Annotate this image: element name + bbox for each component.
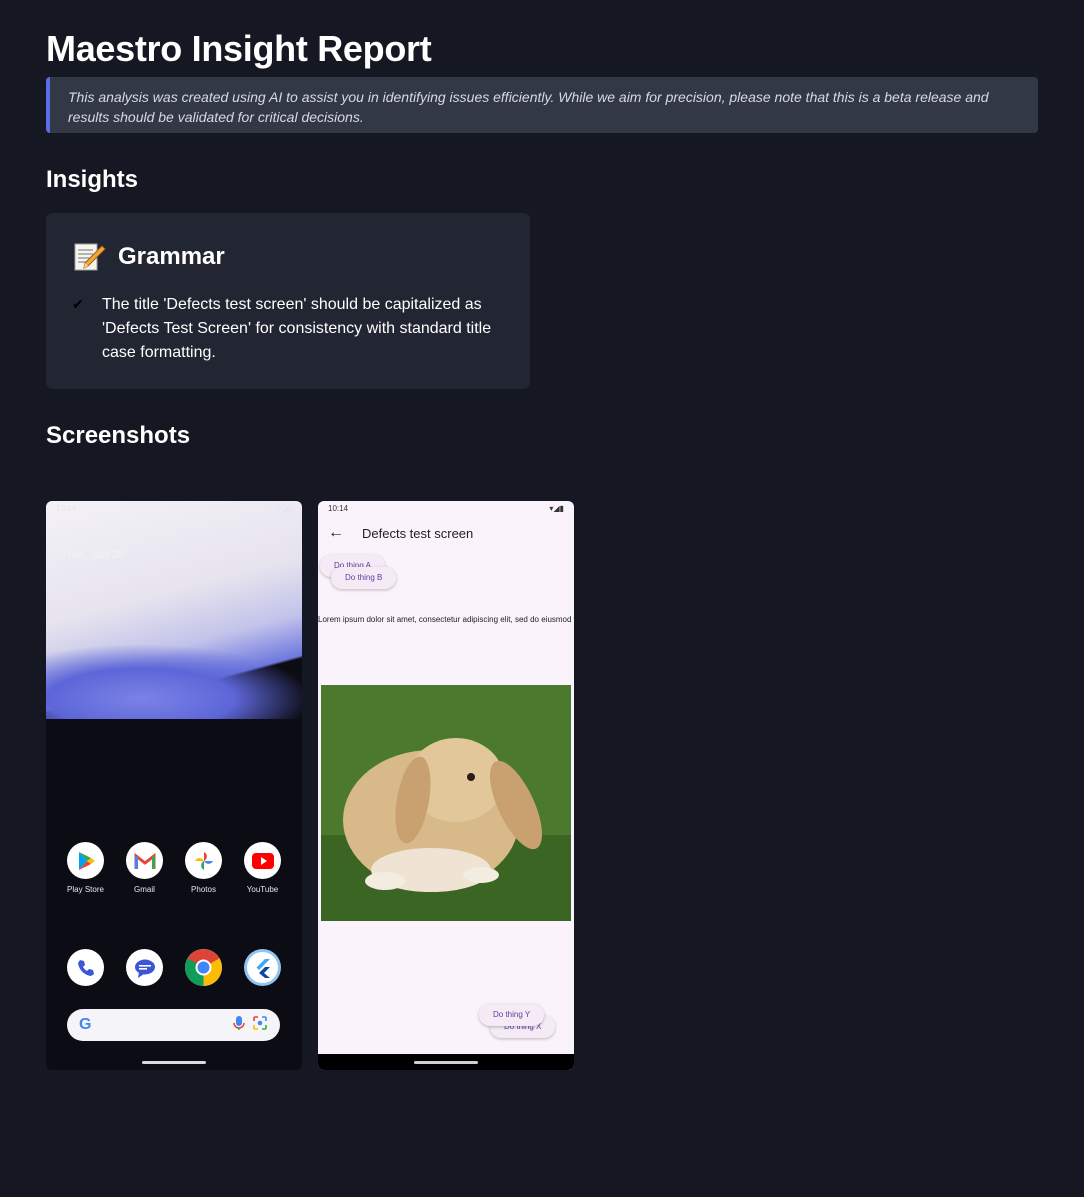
app-row-2	[46, 949, 302, 986]
phone-icon	[67, 949, 104, 986]
status-time: 10:14	[328, 504, 349, 513]
gesture-nav-handle[interactable]	[414, 1061, 478, 1064]
flutter-icon	[244, 949, 281, 986]
app-phone[interactable]	[60, 949, 112, 986]
signal-battery-icon: ▾◢▮	[277, 504, 292, 513]
app-chrome[interactable]	[178, 949, 230, 986]
ai-disclaimer: This analysis was created using AI to as…	[46, 77, 1038, 133]
app-label: YouTube	[246, 885, 279, 894]
lens-icon[interactable]	[252, 1015, 268, 1036]
lorem-text: Lorem ipsum dolor sit amet, consectetur …	[318, 615, 574, 624]
insight-card-title: Grammar	[118, 243, 225, 270]
app-gmail[interactable]: Gmail	[119, 842, 171, 894]
app-row-1: Play Store Gmail Photos YouTube	[46, 842, 302, 894]
play-store-icon	[67, 842, 104, 879]
insight-item: ✔ The title 'Defects test screen' should…	[72, 293, 504, 365]
app-bar: ← Defects test screen	[318, 523, 574, 543]
home-date: Tue, Jan 28	[66, 549, 124, 561]
app-play-store[interactable]: Play Store	[60, 842, 112, 894]
back-arrow-icon[interactable]: ←	[318, 524, 354, 542]
insight-item-text: The title 'Defects test screen' should b…	[102, 296, 492, 361]
screenshots-heading: Screenshots	[46, 422, 191, 449]
photos-icon	[185, 842, 222, 879]
signal-battery-icon: ▾◢▮	[549, 504, 564, 513]
google-search-bar[interactable]: G	[67, 1009, 280, 1041]
memo-pencil-icon	[72, 240, 106, 274]
app-messages[interactable]	[119, 949, 171, 986]
rabbit-photo	[321, 685, 571, 921]
do-thing-b-button[interactable]: Do thing B	[331, 567, 397, 589]
app-label: Gmail	[134, 885, 155, 894]
screenshot-home[interactable]: 10:14 ▾◢▮ Tue, Jan 28 Play Store Gmail P…	[46, 501, 302, 1070]
microphone-icon[interactable]	[232, 1015, 246, 1036]
app-label: Photos	[191, 885, 216, 894]
status-time: 10:14	[56, 504, 77, 513]
gesture-nav-handle[interactable]	[142, 1061, 206, 1064]
insight-card-grammar: Grammar ✔ The title 'Defects test screen…	[46, 213, 530, 389]
insights-heading: Insights	[46, 166, 139, 193]
status-bar: 10:14 ▾◢▮	[328, 504, 564, 513]
app-photos[interactable]: Photos	[178, 842, 230, 894]
google-logo: G	[79, 1016, 92, 1033]
app-youtube[interactable]: YouTube	[237, 842, 289, 894]
youtube-icon	[244, 842, 281, 879]
gmail-icon	[126, 842, 163, 879]
check-icon: ✔	[72, 296, 84, 312]
chrome-icon	[185, 949, 222, 986]
do-thing-y-button[interactable]: Do thing Y	[479, 1004, 545, 1026]
app-label: Play Store	[67, 885, 104, 894]
screenshot-gallery: 10:14 ▾◢▮ Tue, Jan 28 Play Store Gmail P…	[46, 501, 574, 1070]
messages-icon	[126, 949, 163, 986]
status-bar: 10:14 ▾◢▮	[56, 504, 292, 513]
app-bar-title: Defects test screen	[362, 525, 474, 541]
page-title: Maestro Insight Report	[46, 28, 432, 69]
app-flutter[interactable]	[237, 949, 289, 986]
screenshot-defects-screen[interactable]: 10:14 ▾◢▮ ← Defects test screen Do thing…	[318, 501, 574, 1070]
